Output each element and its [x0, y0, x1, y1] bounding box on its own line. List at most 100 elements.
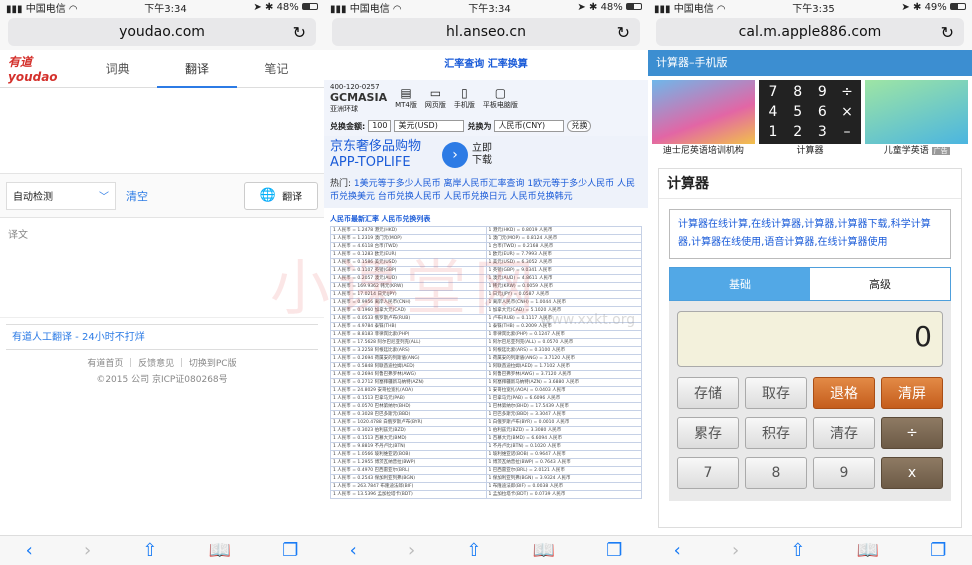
rate-cell-cny[interactable]: 1 人民币 = 0.3028 巴巴多斯元(BBD): [330, 410, 487, 419]
rate-cell-cny[interactable]: 1 人民币 = 1.0566 玻利维亚诺(BOB): [330, 450, 487, 459]
rate-cell-cny[interactable]: 1 人民币 = 0.9956 离岸人民币(CNH): [330, 298, 487, 307]
translate-input[interactable]: [0, 88, 324, 174]
rate-cell-foreign[interactable]: 1 加拿大元(CAD) = 5.1020 人民币: [485, 306, 642, 315]
rate-cell-cny[interactable]: 1 人民币 = 3.2258 阿根廷比索(ARS): [330, 346, 487, 355]
forward-icon[interactable]: ›: [84, 540, 91, 561]
rate-cell-foreign[interactable]: 1 布隆迪法郎(BIF) = 0.0038 人民币: [485, 482, 642, 491]
clear-link[interactable]: 清空: [126, 188, 148, 204]
calculator-description[interactable]: 计算器在线计算,在线计算器,计算器,计算器下载,科学计算器,计算器在线使用,语音…: [669, 209, 951, 259]
forward-icon[interactable]: ›: [408, 540, 415, 561]
rate-cell-cny[interactable]: 1 人民币 = 17.0214 日元(JPY): [330, 290, 487, 299]
rate-cell-foreign[interactable]: 1 泰铢(THB) = 0.2009 人民币: [485, 322, 642, 331]
tab-dictionary[interactable]: 词典: [78, 50, 157, 88]
bookmarks-icon[interactable]: 📖: [533, 540, 555, 561]
tabs-icon[interactable]: ❐: [606, 540, 622, 561]
reload-icon[interactable]: ↻: [293, 23, 306, 42]
rate-cell-cny[interactable]: 1 人民币 = 1.2478 港元(HKD): [330, 226, 487, 235]
rate-cell-foreign[interactable]: 1 荷属安的列斯盾(ANG) = 3.7120 人民币: [485, 354, 642, 363]
memory-recall-key[interactable]: 取存: [745, 377, 807, 409]
rate-cell-cny[interactable]: 1 人民币 = 0.4970 巴西雷亚尔(BRL): [330, 466, 487, 475]
rate-cell-foreign[interactable]: 1 菲律宾比索(PHP) = 0.1247 人民币: [485, 330, 642, 339]
human-translation-link[interactable]: 有道人工翻译 - 24小时不打烊: [6, 324, 318, 350]
back-icon[interactable]: ‹: [26, 540, 33, 561]
rate-cell-cny[interactable]: 1 人民币 = 0.1513 巴拿马元(PAB): [330, 394, 487, 403]
rate-cell-cny[interactable]: 1 人民币 = 0.2694 阿鲁巴弗罗林(AWG): [330, 370, 487, 379]
rate-cell-foreign[interactable]: 1 日元(JPY) = 0.0587 人民币: [485, 290, 642, 299]
hot-links-list[interactable]: 1美元等于多少人民币 离岸人民币汇率查询 1欧元等于多少人民币 人民币兑换美元 …: [330, 179, 635, 202]
rate-cell-cny[interactable]: 1 人民币 = 0.1586 美元(USD): [330, 258, 487, 267]
rate-cell-foreign[interactable]: 1 澳元(AUD) = 4.8611 人民币: [485, 274, 642, 283]
tabs-icon[interactable]: ❐: [282, 540, 298, 561]
to-currency-select[interactable]: 人民币(CNY): [494, 120, 565, 132]
rate-cell-cny[interactable]: 1 人民币 = 0.0570 巴林第纳尔(BHD): [330, 402, 487, 411]
anseo-top-links[interactable]: 汇率查询 汇率换算: [324, 50, 648, 80]
clear-screen-key[interactable]: 清屏: [881, 377, 943, 409]
key-8[interactable]: 8: [745, 457, 807, 489]
gcm-banner[interactable]: 400-120-0257 GCMASIA 亚洲环球 ▤ MT4版 ▭ 网页版 ▯ 手机…: [324, 80, 648, 116]
url-field[interactable]: hl.anseo.cn ↻: [332, 18, 640, 46]
rate-cell-cny[interactable]: 1 人民币 = 0.0533 俄罗斯卢布(RUB): [330, 314, 487, 323]
memory-clear-key[interactable]: 清存: [813, 417, 875, 449]
share-icon[interactable]: ⇧: [466, 540, 481, 561]
rate-cell-cny[interactable]: 1 人民币 = 0.1513 百慕大元(BMD): [330, 434, 487, 443]
rate-cell-cny[interactable]: 1 人民币 = 8.8183 菲律宾比索(PHP): [330, 330, 487, 339]
rate-cell-cny[interactable]: 1 人民币 = 0.1960 加拿大元(CAD): [330, 306, 487, 315]
jd-ad-banner[interactable]: 京东奢侈品购物 APP-TOPLIFE › 立即下载: [324, 136, 648, 174]
rate-cell-foreign[interactable]: 1 港元(HKD) = 0.8019 人民币: [485, 226, 642, 235]
rate-cell-cny[interactable]: 1 人民币 = 13.5396 孟加拉塔卡(BDT): [330, 490, 487, 499]
rate-cell-cny[interactable]: 1 人民币 = 0.1107 英镑(GBP): [330, 266, 487, 275]
tab-notes[interactable]: 笔记: [237, 50, 316, 88]
rate-cell-cny[interactable]: 1 人民币 = 0.1283 欧元(EUR): [330, 250, 487, 259]
exchange-submit-button[interactable]: 兑换: [567, 120, 592, 132]
backspace-key[interactable]: 退格: [813, 377, 875, 409]
rate-cell-foreign[interactable]: 1 巴巴多斯元(BBD) = 3.3047 人民币: [485, 410, 642, 419]
bookmarks-icon[interactable]: 📖: [857, 540, 879, 561]
mt4-icon[interactable]: ▤ MT4版: [395, 86, 417, 110]
ad-download[interactable]: 立即下载: [472, 143, 498, 167]
rate-cell-cny[interactable]: 1 人民币 = 0.2057 澳元(AUD): [330, 274, 487, 283]
rate-cell-foreign[interactable]: 1 安哥拉宽扎(AOA) = 0.0403 人民币: [485, 386, 642, 395]
youdao-logo[interactable]: 有道 youdao: [8, 53, 78, 84]
rate-cell-foreign[interactable]: 1 卢布(RUB) = 0.1117 人民币: [485, 314, 642, 323]
rate-cell-foreign[interactable]: 1 韩元(KRW) = 0.0059 人民币: [485, 282, 642, 291]
memory-add-key[interactable]: 累存: [677, 417, 739, 449]
tabs-icon[interactable]: ❐: [930, 540, 946, 561]
url-field[interactable]: cal.m.apple886.com ↻: [656, 18, 964, 46]
rate-cell-foreign[interactable]: 1 台币(TWD) = 0.2168 人民币: [485, 242, 642, 251]
key-9[interactable]: 9: [813, 457, 875, 489]
reload-icon[interactable]: ↻: [617, 23, 630, 42]
divide-key[interactable]: ÷: [881, 417, 943, 449]
back-icon[interactable]: ‹: [350, 540, 357, 561]
rate-cell-cny[interactable]: 1 人民币 = 24.8029 安哥拉宽扎(AOA): [330, 386, 487, 395]
multiply-key[interactable]: x: [881, 457, 943, 489]
amount-input[interactable]: 100: [368, 120, 392, 132]
rate-cell-foreign[interactable]: 1 巴西雷亚尔(BRL) = 2.0121 人民币: [485, 466, 642, 475]
ad-disney[interactable]: 迪士尼英语培训机构: [652, 80, 755, 164]
tablet-icon[interactable]: ▢ 平板电脑版: [483, 86, 518, 110]
rate-cell-cny[interactable]: 1 人民币 = 1020.4788 白俄罗斯卢布(BYR): [330, 418, 487, 427]
language-select[interactable]: 自动检测 ﹀: [6, 181, 116, 210]
rate-cell-foreign[interactable]: 1 欧元(EUR) = 7.7993 人民币: [485, 250, 642, 259]
rate-cell-cny[interactable]: 1 人民币 = 4.6118 台币(TWD): [330, 242, 487, 251]
url-field[interactable]: youdao.com ↻: [8, 18, 316, 46]
back-icon[interactable]: ‹: [674, 540, 681, 561]
bookmarks-icon[interactable]: 📖: [209, 540, 231, 561]
rate-cell-foreign[interactable]: 1 巴林第纳尔(BHD) = 17.5439 人民币: [485, 402, 642, 411]
rate-cell-foreign[interactable]: 1 英镑(GBP) = 9.0341 人民币: [485, 266, 642, 275]
rate-cell-cny[interactable]: 1 人民币 = 169.9362 韩元(KRW): [330, 282, 487, 291]
rate-cell-foreign[interactable]: 1 保加利亚列弗(BGN) = 3.9324 人民币: [485, 474, 642, 483]
key-7[interactable]: 7: [677, 457, 739, 489]
tab-basic[interactable]: 基础: [670, 268, 810, 300]
rate-cell-foreign[interactable]: 1 孟加拉塔卡(BDT) = 0.0739 人民币: [485, 490, 642, 499]
reload-icon[interactable]: ↻: [941, 23, 954, 42]
rate-cell-foreign[interactable]: 1 澳门元(MOP) = 0.8124 人民币: [485, 234, 642, 243]
rate-cell-foreign[interactable]: 1 百慕大元(BMD) = 6.6094 人民币: [485, 434, 642, 443]
memory-store-key[interactable]: 存储: [677, 377, 739, 409]
rate-cell-cny[interactable]: 1 人民币 = 17.5628 阿尔巴尼亚列克(ALL): [330, 338, 487, 347]
rate-cell-cny[interactable]: 1 人民币 = 0.2543 保加利亚列弗(BGN): [330, 474, 487, 483]
ad-english[interactable]: 儿童学英语 广告: [865, 80, 969, 164]
rate-cell-cny[interactable]: 1 人民币 = 4.9784 泰铢(THB): [330, 322, 487, 331]
tab-advanced[interactable]: 高级: [810, 268, 950, 300]
forward-icon[interactable]: ›: [732, 540, 739, 561]
rate-cell-foreign[interactable]: 1 离岸人民币(CNH) = 1.0044 人民币: [485, 298, 642, 307]
